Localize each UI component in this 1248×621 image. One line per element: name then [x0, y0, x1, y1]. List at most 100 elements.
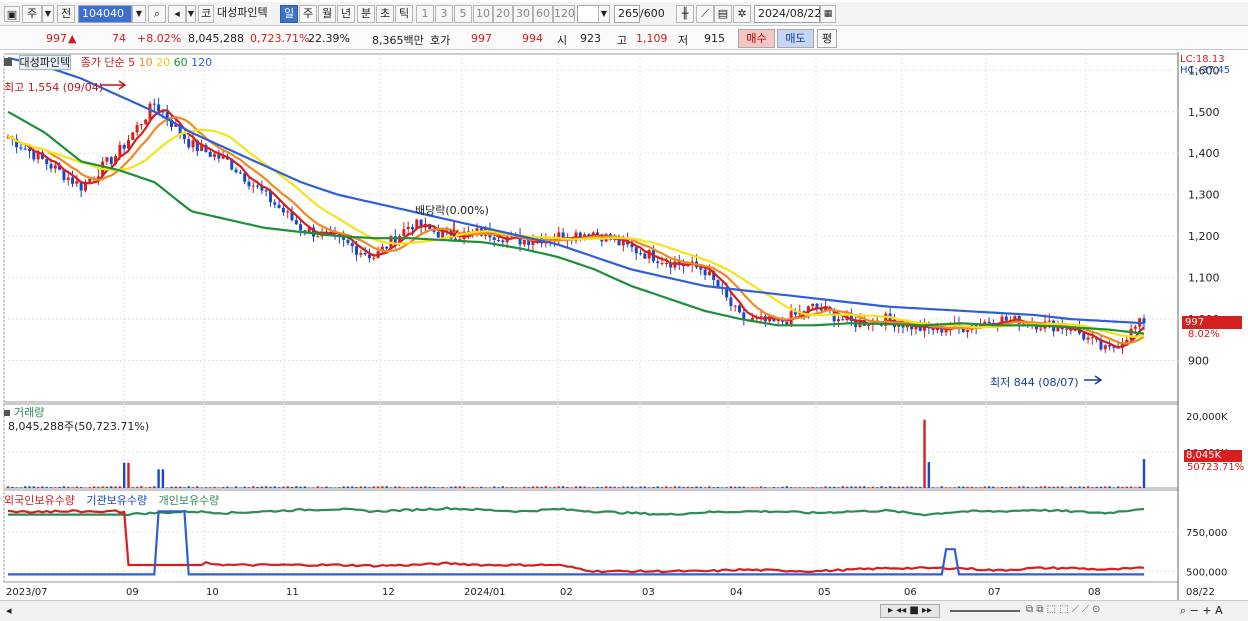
- volume-bar: [1073, 486, 1077, 488]
- candle-body: [243, 173, 247, 182]
- candle-body: [1090, 337, 1094, 339]
- date-input[interactable]: 2024/08/22: [754, 5, 821, 23]
- price-tick-label: 1,400: [1188, 147, 1220, 160]
- interval-30[interactable]: 30: [513, 5, 533, 23]
- candle-body: [987, 321, 991, 324]
- volume-bar: [974, 487, 978, 488]
- volume-bar: [548, 487, 552, 488]
- volume-bar: [256, 486, 259, 488]
- interval-3[interactable]: 3: [435, 5, 453, 23]
- volume-bar: [949, 487, 952, 488]
- volume-bar: [1142, 459, 1146, 488]
- candle-body: [148, 103, 152, 120]
- sell-button[interactable]: 매도: [777, 29, 814, 48]
- zoom-icons[interactable]: ⌕ − + A: [1180, 604, 1223, 618]
- ma-60: 60: [173, 56, 188, 69]
- eval-button[interactable]: 평: [817, 29, 837, 48]
- code-input[interactable]: 104040: [78, 5, 132, 23]
- candle-body: [135, 125, 139, 133]
- volume-bar: [927, 462, 931, 488]
- interval-input[interactable]: [577, 5, 599, 23]
- volume-panel-icon[interactable]: [4, 410, 10, 416]
- volume-bar: [768, 487, 771, 488]
- mode-button[interactable]: 코: [198, 5, 214, 23]
- volume-bar: [178, 486, 182, 488]
- volume-bar: [1048, 486, 1051, 488]
- type-select[interactable]: 주: [22, 5, 42, 23]
- candle-body: [49, 164, 53, 169]
- volume-bar: [579, 486, 582, 488]
- interval-5[interactable]: 5: [454, 5, 472, 23]
- interval-20[interactable]: 20: [493, 5, 513, 23]
- speaker-dropdown-icon[interactable]: ▼: [186, 5, 196, 23]
- calendar-icon[interactable]: ▦: [820, 5, 836, 23]
- candle-body: [643, 253, 647, 259]
- candle-body: [191, 140, 195, 148]
- volume-bar: [79, 487, 83, 488]
- nav-buttons[interactable]: ▸ ◂◂ ■ ▸▸: [880, 604, 940, 618]
- volume-bar: [880, 486, 883, 488]
- last-price-tag: 997: [1182, 316, 1242, 329]
- volume-bar: [376, 486, 380, 488]
- interval-dropdown-icon[interactable]: ▼: [598, 5, 610, 23]
- volume-bar: [505, 487, 509, 488]
- period-week[interactable]: 주: [299, 5, 317, 23]
- interval-60[interactable]: 60: [533, 5, 553, 23]
- volume-bar: [118, 486, 122, 488]
- search-icon[interactable]: ⌕: [148, 5, 166, 23]
- volume-bar: [252, 486, 255, 488]
- candle-type-icon[interactable]: ╫: [676, 5, 694, 23]
- tool-icons[interactable]: ⧉ ⧉ ⬚ ⬚ ⟋ ⟋ ⊙: [1026, 604, 1136, 615]
- price-tick-label: 900: [1188, 355, 1209, 368]
- interval-1[interactable]: 1: [416, 5, 434, 23]
- type-dropdown-icon[interactable]: ▼: [42, 5, 54, 23]
- volume-bar: [919, 486, 922, 488]
- volume-bar: [75, 486, 79, 488]
- volume-bar: [643, 486, 647, 488]
- period-month[interactable]: 월: [318, 5, 336, 23]
- volume-bar: [484, 487, 487, 488]
- candle-body: [410, 227, 414, 230]
- scroll-bar[interactable]: ◂ ▸ ◂◂ ■ ▸▸ ⧉ ⧉ ⬚ ⬚ ⟋ ⟋ ⊙ ⌕ − + A: [0, 600, 1248, 621]
- chart-canvas[interactable]: 1,6001,5001,4001,3001,2001,1001,00090020…: [0, 52, 1248, 600]
- period-tick[interactable]: 틱: [395, 5, 413, 23]
- volume-bar: [144, 487, 147, 488]
- count-input[interactable]: 265: [614, 5, 640, 23]
- interval-120[interactable]: 120: [553, 5, 575, 23]
- period-day[interactable]: 일: [280, 5, 298, 23]
- speaker-icon[interactable]: ◂: [168, 5, 186, 23]
- prev-button[interactable]: 전: [57, 5, 75, 23]
- window-icon[interactable]: ▣: [4, 6, 20, 22]
- scroll-left-icon[interactable]: ◂: [6, 604, 12, 617]
- stock-chart[interactable]: 1,6001,5001,4001,3001,2001,1001,00090020…: [0, 52, 1248, 600]
- line-tool-icon[interactable]: ⟋: [696, 5, 714, 23]
- code-dropdown-icon[interactable]: ▼: [132, 5, 146, 23]
- save-icon[interactable]: ▤: [714, 5, 732, 23]
- volume-bar: [493, 486, 496, 488]
- volume-bar: [617, 487, 621, 488]
- low-price: 915: [704, 32, 725, 45]
- volume-bar: [884, 486, 888, 488]
- period-year[interactable]: 년: [337, 5, 355, 23]
- volume-bar: [850, 486, 853, 488]
- volume-bar: [794, 487, 797, 488]
- x-tick-label: 04: [730, 587, 743, 598]
- volume-bar: [944, 487, 948, 488]
- volume-bar: [746, 487, 750, 488]
- candle-body: [355, 246, 359, 255]
- buy-button[interactable]: 매수: [738, 29, 775, 48]
- zoom-slider[interactable]: [950, 610, 1020, 612]
- panel-menu-icon[interactable]: [4, 58, 12, 66]
- current-price: 997: [46, 32, 67, 45]
- interval-10[interactable]: 10: [473, 5, 493, 23]
- gear-icon[interactable]: ✲: [733, 5, 751, 23]
- period-minute[interactable]: 분: [357, 5, 375, 23]
- volume-bar: [828, 486, 832, 488]
- candle-body: [1004, 316, 1008, 321]
- period-second[interactable]: 초: [376, 5, 394, 23]
- ma-20: 20: [156, 56, 171, 69]
- volume-tick-label: 20,000K: [1186, 412, 1228, 423]
- hoga-label: 호가: [430, 34, 451, 47]
- volume-bar: [660, 487, 664, 488]
- volume-bar: [510, 487, 513, 488]
